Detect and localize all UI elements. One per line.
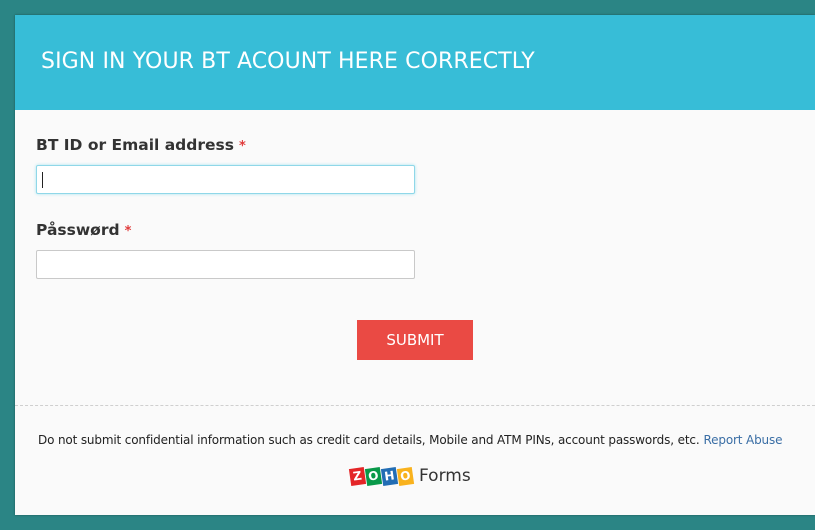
form-title: SIGN IN YOUR BT ACOUNT HERE CORRECTLY (41, 49, 535, 74)
submit-button[interactable]: SUBMIT (357, 320, 473, 360)
text-cursor (42, 172, 43, 188)
footer-divider (15, 405, 815, 406)
email-label-text: BT ID or Email address (36, 136, 234, 154)
zoho-logo-letter: H (380, 466, 399, 486)
email-field[interactable] (36, 165, 415, 194)
zoho-forms-branding[interactable]: Z O H O Forms (348, 464, 471, 488)
zoho-logo: Z O H O (348, 466, 415, 486)
password-field[interactable] (36, 250, 415, 279)
disclaimer-text: Do not submit confidential information s… (38, 433, 783, 447)
form-header: SIGN IN YOUR BT ACOUNT HERE CORRECTLY (15, 15, 815, 110)
required-marker: * (124, 224, 132, 239)
disclaimer-message: Do not submit confidential information s… (38, 433, 700, 447)
password-label-text: Påsswørd (36, 221, 120, 239)
zoho-logo-letter: O (364, 466, 383, 486)
email-field-label: BT ID or Email address * (36, 136, 246, 154)
report-abuse-link[interactable]: Report Abuse (703, 433, 782, 447)
password-field-label: Påsswørd * (36, 221, 131, 239)
zoho-logo-letter: O (396, 466, 415, 486)
forms-product-name: Forms (419, 466, 471, 486)
zoho-logo-letter: Z (348, 466, 367, 486)
form-card: SIGN IN YOUR BT ACOUNT HERE CORRECTLY BT… (15, 15, 815, 515)
required-marker: * (238, 139, 246, 154)
